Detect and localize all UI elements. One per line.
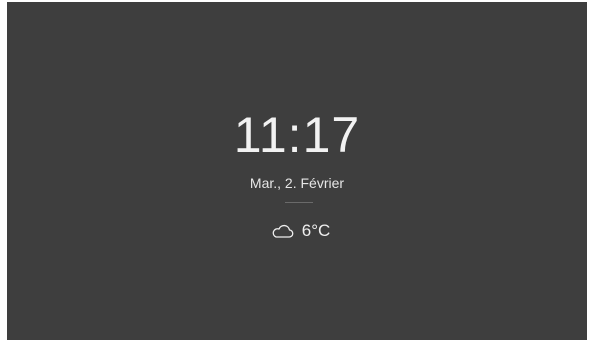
lock-screen: 11:17 Mar., 2. Février 6°C (7, 2, 587, 340)
temperature-value: 6°C (301, 221, 331, 240)
cloud-icon (270, 222, 294, 240)
divider (285, 202, 313, 203)
date-label: Mar., 2. Février (249, 175, 345, 191)
weather-widget: 6°C (10, 220, 590, 242)
clock-time: 11:17 (233, 107, 361, 163)
